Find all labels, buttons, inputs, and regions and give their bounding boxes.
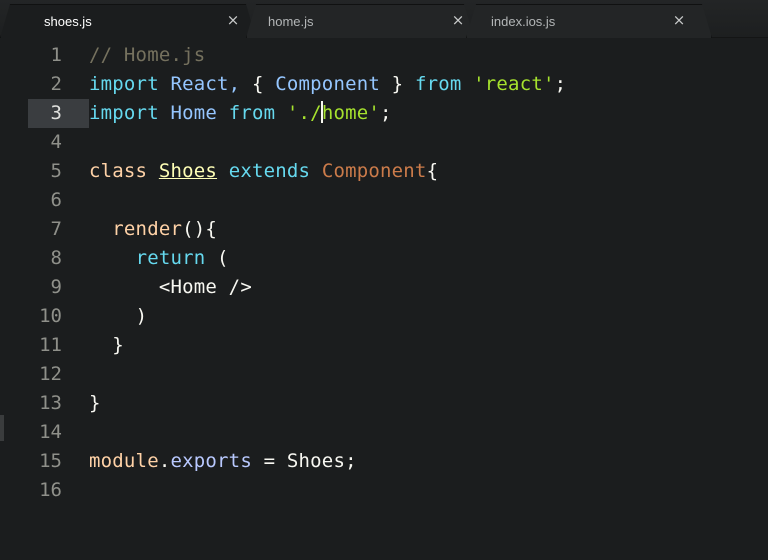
code-keyword: from <box>228 102 276 124</box>
code-punct: { <box>426 160 439 182</box>
code-keyword: import <box>89 102 159 124</box>
line-number: 10 <box>39 305 62 327</box>
window-edge-handle <box>0 415 4 441</box>
line-number: 15 <box>39 450 62 472</box>
code-punct: ; <box>380 102 392 124</box>
line-number: 12 <box>39 363 62 385</box>
code-line-13: } <box>89 389 101 418</box>
tab-background <box>0 4 256 38</box>
code-property: exports <box>170 450 252 472</box>
tab-index-ios-js[interactable]: index.ios.js × <box>466 4 712 38</box>
code-punct: ; <box>554 73 567 95</box>
code-function: render <box>112 218 183 240</box>
code-identifier: React, <box>170 73 241 95</box>
code-line-2: import React, { Component } from 'react'… <box>89 70 566 99</box>
code-identifier: Component <box>275 73 381 95</box>
line-number: 1 <box>50 44 62 66</box>
code-string: 'react' <box>473 73 555 95</box>
line-number: 4 <box>50 131 62 153</box>
line-number: 16 <box>39 479 62 501</box>
code-line-8: return ( <box>89 244 229 273</box>
code-line-7: render(){ <box>89 215 217 244</box>
code-punct: { <box>251 73 264 95</box>
code-superclass: Component <box>321 160 427 182</box>
line-number: 8 <box>50 247 62 269</box>
code-keyword: extends <box>228 160 311 182</box>
code-comment: // Home.js <box>89 44 206 66</box>
code-keyword: import <box>89 73 159 95</box>
code-class-name: Shoes <box>158 160 218 182</box>
line-number-gutter: 1 2 3 4 5 6 7 8 9 10 11 12 13 14 15 16 <box>0 38 89 560</box>
line-number: 7 <box>50 218 62 240</box>
line-number: 11 <box>39 334 62 356</box>
code-editor[interactable]: // Home.js import React, { Component } f… <box>89 38 768 560</box>
code-punct: ( <box>217 247 229 269</box>
line-number: 5 <box>50 160 62 182</box>
code-punct: } <box>112 334 124 356</box>
code-keyword: return <box>135 247 206 269</box>
code-punct: (){ <box>182 218 218 240</box>
close-icon[interactable]: × <box>451 13 465 28</box>
close-icon[interactable]: × <box>672 13 686 28</box>
line-number: 14 <box>39 421 62 443</box>
tab-shoes-js[interactable]: shoes.js × <box>0 4 256 38</box>
code-jsx: <Home /> <box>158 276 252 298</box>
code-line-5: class Shoes extends Component{ <box>89 157 438 186</box>
code-keyword: from <box>414 73 462 95</box>
code-punct: } <box>391 73 404 95</box>
code-punct: . <box>158 450 171 472</box>
tab-home-js[interactable]: home.js × <box>246 4 474 38</box>
tab-bar: shoes.js × home.js × index.ios.js × <box>0 0 768 38</box>
code-punct: = Shoes; <box>251 450 357 472</box>
line-number: 13 <box>39 392 62 414</box>
line-number: 6 <box>50 189 62 211</box>
code-line-10: ) <box>89 302 147 331</box>
code-line-1: // Home.js <box>89 41 205 70</box>
tab-label: home.js <box>268 13 314 29</box>
code-keyword: class <box>89 160 148 182</box>
code-identifier: Home <box>170 102 218 124</box>
line-number-current: 3 <box>28 99 89 128</box>
code-string: './ <box>286 102 322 124</box>
code-line-15: module.exports = Shoes; <box>89 447 357 476</box>
code-string: home' <box>321 102 381 124</box>
code-punct: } <box>89 392 101 414</box>
code-punct: ) <box>135 305 148 327</box>
code-line-9: <Home /> <box>89 273 252 302</box>
line-number: 9 <box>50 276 62 298</box>
tab-label: shoes.js <box>44 13 92 29</box>
code-line-11: } <box>89 331 124 360</box>
line-number: 2 <box>50 73 62 95</box>
code-identifier: module <box>89 450 159 472</box>
code-line-3: import Home from './home'; <box>89 99 392 128</box>
tab-label: index.ios.js <box>491 13 556 29</box>
close-icon[interactable]: × <box>226 13 240 28</box>
